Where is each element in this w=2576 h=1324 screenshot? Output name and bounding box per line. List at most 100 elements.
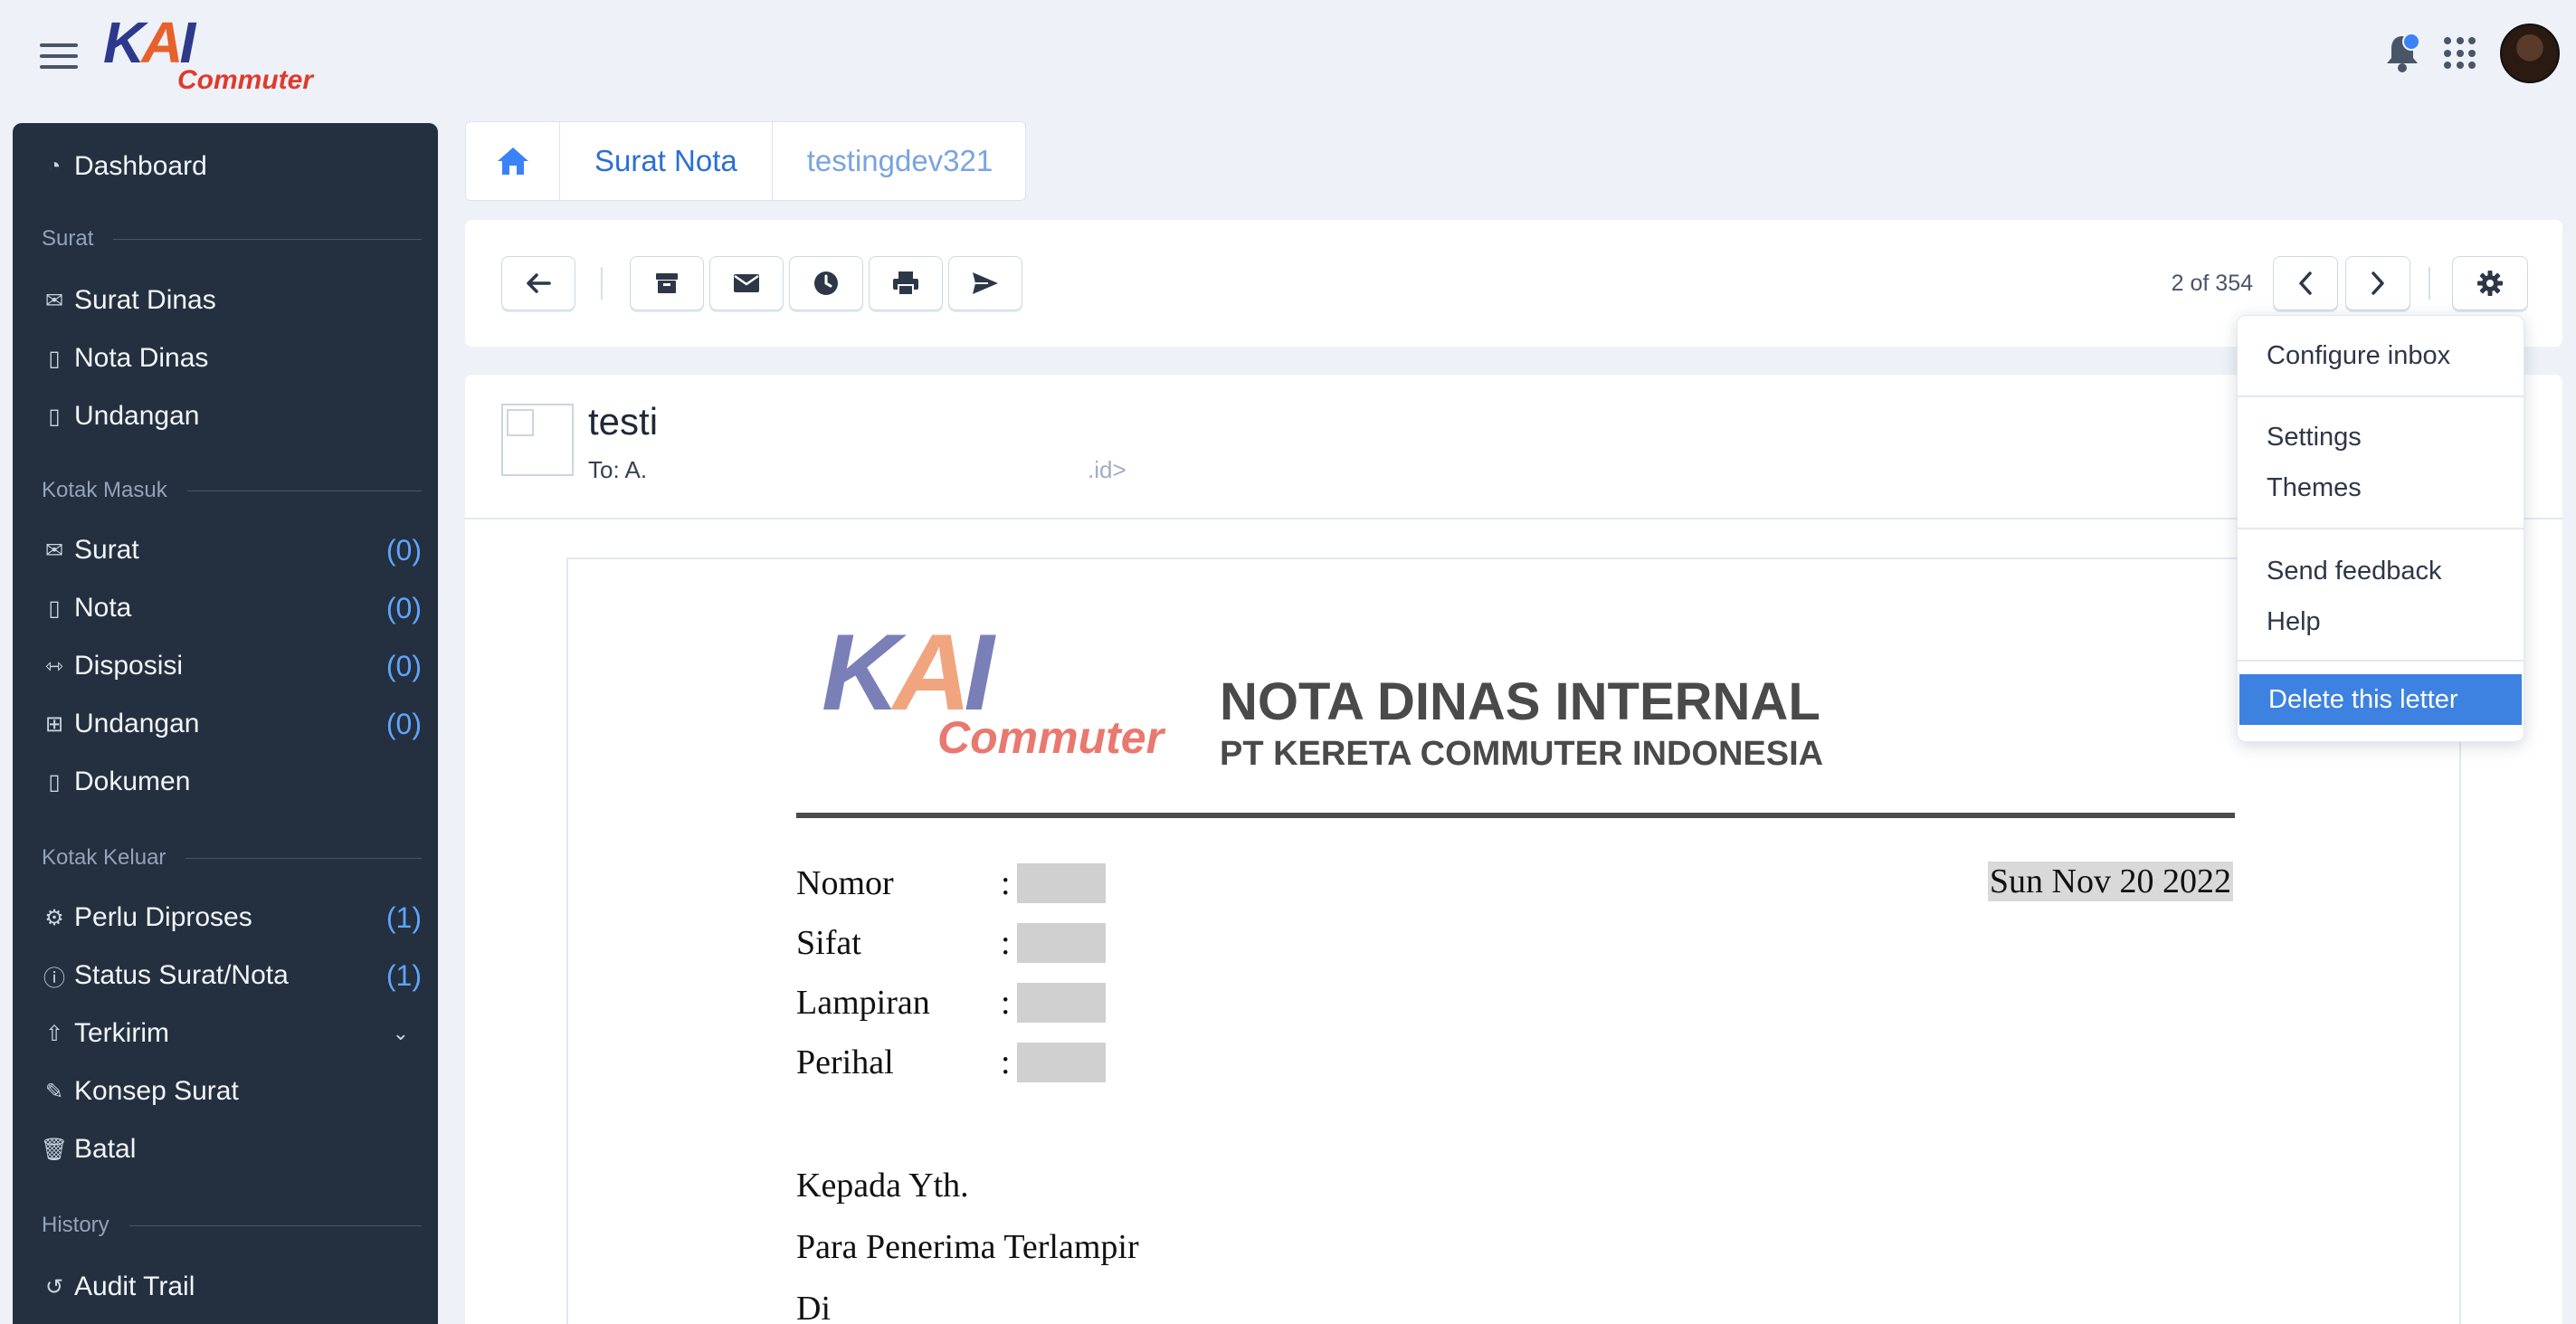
letter-document: KAI Commuter NOTA DINAS INTERNAL PT KERE… — [566, 557, 2461, 1324]
sidebar-item-inbox-dokumen[interactable]: ▯ Dokumen — [42, 764, 422, 800]
back-button[interactable] — [501, 256, 575, 310]
file-icon: ▯ — [48, 346, 61, 371]
menu-divider — [2238, 528, 2524, 529]
field-colon: : — [1001, 1043, 1011, 1081]
email-button[interactable] — [709, 256, 784, 310]
redacted-value — [1017, 1043, 1106, 1082]
salutation-line: Di — [796, 1290, 831, 1324]
notification-bell-icon[interactable] — [2384, 33, 2420, 74]
next-button[interactable] — [2345, 256, 2410, 310]
clock-icon — [814, 271, 838, 295]
sidebar-item-perlu-diproses[interactable]: ⚙ Perlu Diproses (1) — [42, 900, 422, 936]
toolbar-divider — [2429, 267, 2430, 300]
archive-button[interactable] — [630, 256, 704, 310]
menu-item-settings[interactable]: Settings — [2238, 412, 2524, 462]
logo-commuter: Commuter — [177, 65, 314, 95]
pager-text: 2 of 354 — [2171, 271, 2253, 296]
settings-button[interactable] — [2452, 256, 2528, 310]
archive-icon — [656, 273, 678, 293]
envelope-open-icon: ✉ — [44, 538, 64, 563]
field-colon: : — [1001, 864, 1011, 902]
redacted-value — [1017, 863, 1106, 903]
sidebar-item-label: Surat Dinas — [74, 285, 216, 315]
home-icon[interactable] — [466, 122, 560, 200]
count-badge: (0) — [385, 707, 422, 740]
mail-recipient-tail: .id> — [1088, 456, 1126, 483]
history-icon: ↺ — [44, 1274, 64, 1300]
app-logo[interactable]: KAI Commuter — [101, 10, 318, 105]
sender-avatar-placeholder — [501, 404, 574, 476]
printer-icon — [893, 271, 918, 296]
sidebar-item-dashboard[interactable]: ◔ Dashboard — [42, 148, 422, 185]
sidebar-item-label: Undangan — [74, 709, 200, 738]
menu-item-configure-inbox[interactable]: Configure inbox — [2238, 330, 2524, 381]
sidebar-item-inbox-undangan[interactable]: ⊞ Undangan (0) — [42, 706, 422, 742]
sidebar-item-terkirim[interactable]: ⇧ Terkirim ⌄ — [42, 1015, 422, 1052]
field-label-sifat: Sifat — [796, 924, 861, 962]
menu-item-send-feedback[interactable]: Send feedback — [2238, 546, 2524, 596]
document-date: Sun Nov 20 2022 — [1987, 862, 2233, 901]
field-colon: : — [1001, 924, 1011, 962]
sidebar-item-label: Terkirim — [74, 1018, 169, 1048]
people-arrows-icon: ⇿ — [44, 653, 64, 679]
section-title-kotak-masuk: Kotak Masuk — [42, 478, 422, 503]
upload-icon: ⇧ — [44, 1021, 64, 1046]
sidebar-item-label: Perlu Diproses — [74, 902, 252, 932]
breadcrumb-current: testingdev321 — [806, 144, 993, 177]
count-badge: (1) — [385, 900, 422, 934]
menu-item-delete-letter[interactable]: Delete this letter — [2239, 674, 2522, 725]
field-label-nomor: Nomor — [796, 864, 894, 902]
sidebar-item-undangan[interactable]: ▯ Undangan — [42, 398, 422, 434]
top-bar: KAI Commuter — [0, 0, 2576, 118]
sidebar-item-nota-dinas[interactable]: ▯ Nota Dinas — [42, 340, 422, 376]
send-button[interactable] — [948, 256, 1022, 310]
chevron-down-icon[interactable]: ⌄ — [393, 1022, 409, 1045]
sidebar-item-inbox-surat[interactable]: ✉ Surat (0) — [42, 532, 422, 568]
document-title: NOTA DINAS INTERNAL — [1220, 672, 1820, 731]
hamburger-menu-icon[interactable] — [40, 43, 78, 69]
count-badge: (0) — [385, 649, 422, 682]
breadcrumb-surat-nota[interactable]: Surat Nota — [560, 122, 773, 200]
sidebar-item-inbox-disposisi[interactable]: ⇿ Disposisi (0) — [42, 648, 422, 684]
sidebar-item-label: Undangan — [74, 401, 200, 431]
sidebar-item-konsep-surat[interactable]: ✎ Konsep Surat — [42, 1073, 422, 1110]
sidebar-item-surat-dinas[interactable]: ✉ Surat Dinas — [42, 282, 422, 319]
arrow-left-icon — [527, 273, 551, 293]
trash-icon: 🗑 — [40, 1137, 69, 1162]
menu-divider — [2238, 395, 2524, 397]
menu-item-themes[interactable]: Themes — [2238, 462, 2524, 513]
sidebar-item-label: Konsep Surat — [74, 1076, 239, 1106]
count-badge: (0) — [385, 533, 422, 567]
user-avatar[interactable] — [2500, 24, 2560, 83]
field-label-perihal: Perihal — [796, 1043, 894, 1081]
file-info-icon: ⓘ — [43, 966, 65, 991]
document-divider — [796, 813, 2235, 818]
sidebar-item-audit-trail[interactable]: ↺ Audit Trail — [42, 1269, 422, 1305]
salutation-line: Para Penerima Terlampir — [796, 1228, 1139, 1266]
menu-item-help[interactable]: Help — [2238, 596, 2524, 647]
sidebar-item-batal[interactable]: 🗑 Batal — [40, 1131, 422, 1167]
file-icon: ▯ — [48, 404, 61, 429]
gift-icon: ⊞ — [44, 711, 64, 737]
sidebar-item-status-surat-nota[interactable]: ⓘ Status Surat/Nota (1) — [42, 957, 422, 994]
sidebar-item-inbox-nota[interactable]: ▯ Nota (0) — [42, 590, 422, 626]
file-icon: ▯ — [48, 595, 61, 621]
document-subtitle: PT KERETA COMMUTER INDONESIA — [1220, 735, 1824, 773]
mail-subject: testi — [588, 400, 659, 443]
sidebar-item-label: Nota — [74, 593, 132, 623]
file-edit-icon: ✎ — [44, 1079, 64, 1104]
previous-button[interactable] — [2273, 256, 2338, 310]
redacted-value — [1017, 923, 1106, 963]
sidebar-item-label: Status Surat/Nota — [74, 960, 289, 990]
print-button[interactable] — [869, 256, 943, 310]
redacted-value — [1017, 983, 1106, 1023]
snooze-button[interactable] — [789, 256, 863, 310]
count-badge: (1) — [385, 958, 422, 992]
notification-dot — [2402, 33, 2420, 51]
sidebar-item-label: Audit Trail — [74, 1272, 195, 1301]
apps-grid-icon[interactable] — [2444, 37, 2476, 70]
menu-divider — [2238, 660, 2524, 662]
envelope-icon — [734, 274, 759, 292]
sidebar-item-label: Nota Dinas — [74, 343, 209, 373]
file-icon: ▯ — [48, 769, 61, 795]
